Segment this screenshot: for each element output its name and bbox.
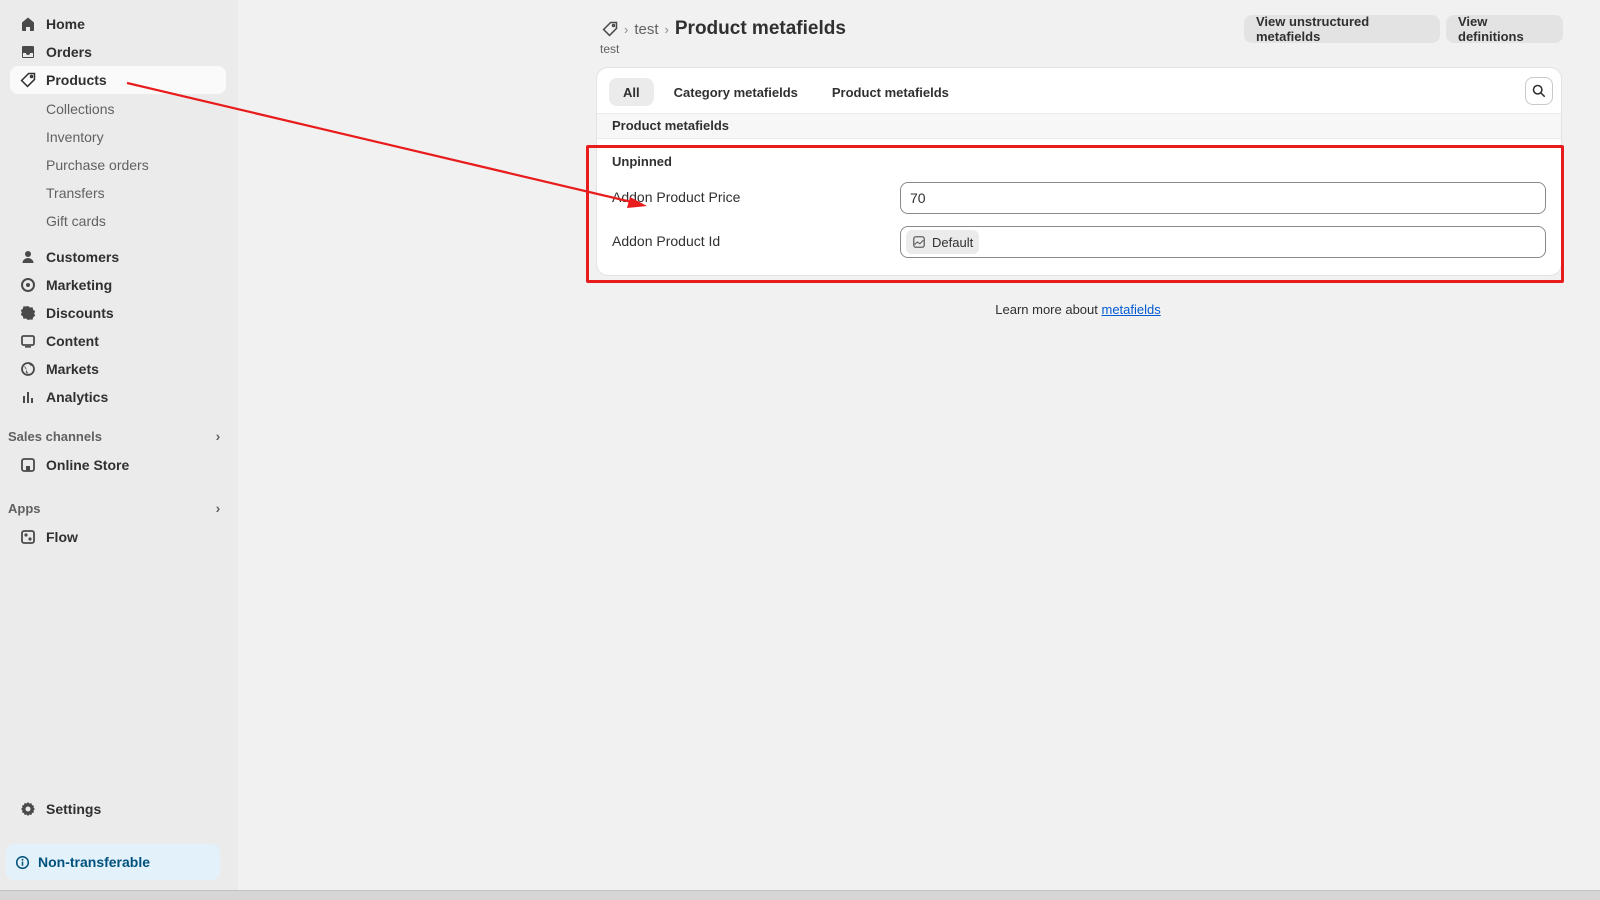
breadcrumb-separator: › [664,21,669,37]
person-icon [10,249,46,265]
nav-transfers[interactable]: Transfers [46,183,105,203]
nav-analytics[interactable]: Analytics [10,383,226,411]
nav-products-label: Products [46,72,107,88]
nav-analytics-label: Analytics [46,389,109,405]
view-definitions-button[interactable]: View definitions [1446,14,1563,44]
chevron-right-icon: › [215,428,221,444]
addon-product-id-label: Addon Product Id [612,233,721,249]
globe-icon [10,361,46,377]
nav-markets[interactable]: Markets [10,355,226,383]
info-icon [6,855,38,870]
non-transferable-banner[interactable]: Non-transferable [6,844,220,880]
breadcrumb-parent[interactable]: test [634,21,658,38]
learn-more: Learn more about metafields [0,302,1600,317]
apps-label: Apps [8,500,41,516]
target-icon [10,277,46,293]
view-unstructured-metafields-button[interactable]: View unstructured metafields [1244,14,1440,44]
tab-category-metafields[interactable]: Category metafields [660,78,812,106]
nav-content[interactable]: Content [10,327,226,355]
addon-product-price-input[interactable]: 70 [900,182,1546,214]
addon-product-id-value: Default [932,234,974,250]
nav-online-store-label: Online Store [46,457,130,473]
sales-channels-label: Sales channels [8,428,102,444]
breadcrumb: › test › Product metafields [602,18,846,40]
nav-online-store[interactable]: Online Store [10,451,226,479]
nav-flow-label: Flow [46,529,78,545]
chevron-right-icon: › [215,500,221,516]
addon-product-price-value: 70 [910,190,926,206]
search-icon [1532,84,1546,98]
nav-inventory[interactable]: Inventory [46,127,104,147]
nav-orders-label: Orders [46,44,92,60]
addon-product-price-label: Addon Product Price [612,189,741,205]
inbox-icon [10,44,46,60]
nav-home[interactable]: Home [10,10,226,38]
nav-flow[interactable]: Flow [10,523,226,551]
sales-channels-header[interactable]: Sales channels › [8,428,226,444]
nav-markets-label: Markets [46,361,99,377]
search-button[interactable] [1525,77,1553,105]
apps-header[interactable]: Apps › [8,500,226,516]
addon-product-id-input[interactable]: Default [900,226,1546,258]
flow-icon [10,529,46,545]
tab-all[interactable]: All [609,78,654,106]
nav-settings-label: Settings [46,801,102,817]
image-icon [10,333,46,349]
nav-purchase-orders[interactable]: Purchase orders [46,155,149,175]
store-icon [10,457,46,473]
group-heading: Product metafields [597,113,1561,139]
page-title: Product metafields [674,18,846,39]
sidebar: Home Orders Products Collections Invento… [0,0,238,890]
bar-chart-icon [10,389,46,405]
nav-home-label: Home [46,16,85,32]
nav-collections[interactable]: Collections [46,99,114,119]
metafields-card: All Category metafields Product metafiel… [596,67,1562,276]
filter-tabs: All Category metafields Product metafiel… [609,78,963,106]
learn-more-text: Learn more about [995,302,1102,317]
product-reference-chip[interactable]: Default [906,230,980,254]
tag-icon[interactable] [602,21,618,37]
tab-product-metafields[interactable]: Product metafields [818,78,963,106]
nav-customers-label: Customers [46,249,120,265]
bottom-bar [0,890,1600,900]
nav-customers[interactable]: Customers [10,243,226,271]
nav-products[interactable]: Products [10,66,226,94]
nav-content-label: Content [46,333,99,349]
nav-orders[interactable]: Orders [10,38,226,66]
image-placeholder-icon [913,236,925,248]
gear-icon [10,801,46,817]
nav-settings[interactable]: Settings [10,795,226,823]
metafields-link[interactable]: metafields [1101,302,1160,317]
nav-gift-cards[interactable]: Gift cards [46,211,106,231]
page-subtitle: test [600,42,620,56]
breadcrumb-separator: › [624,21,629,37]
tag-icon [10,72,46,88]
nav-marketing-label: Marketing [46,277,113,293]
unpinned-heading: Unpinned [612,154,672,169]
home-icon [10,16,46,32]
non-transferable-label: Non-transferable [38,854,151,870]
nav-marketing[interactable]: Marketing [10,271,226,299]
